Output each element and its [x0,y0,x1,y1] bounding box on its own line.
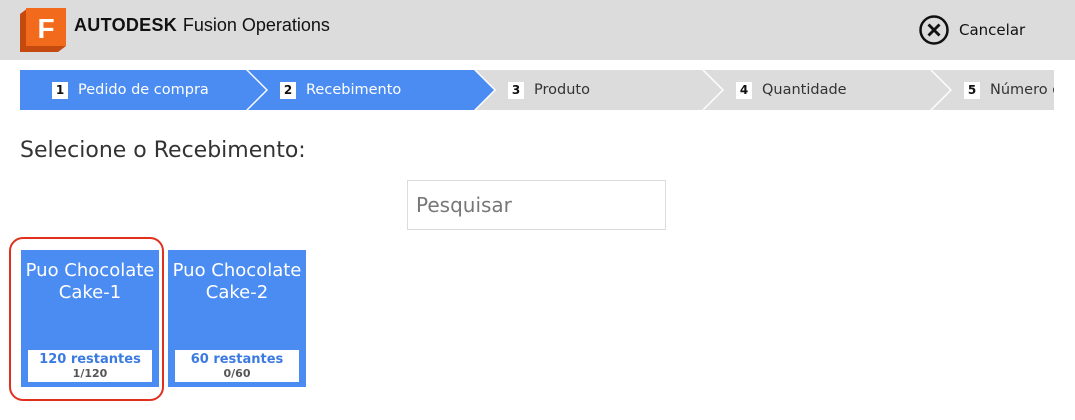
app-header: F AUTODESK Fusion Operations Cancelar [0,0,1075,60]
cancel-button[interactable]: Cancelar [918,14,1025,46]
card-remaining: 120 restantes [39,352,141,367]
cancel-label: Cancelar [959,21,1026,39]
step-label: Quantidade [762,82,847,98]
step-number: 1 [52,81,68,99]
step-label: Número d [990,82,1054,98]
step-label: Recebimento [306,82,402,98]
search-input[interactable] [407,180,666,230]
fusion-logo-icon: F [20,8,66,52]
logo-letter: F [37,13,54,44]
step-purchase-order[interactable]: 1 Pedido de compra [52,70,209,110]
step-number: 5 [964,81,980,99]
card-footer: 60 restantes 0/60 [175,350,299,382]
card-count: 1/120 [72,367,108,380]
brand-name: AUTODESK [74,15,178,35]
receipt-card[interactable]: Puo Chocolate Cake-1 120 restantes 1/120 [21,250,159,387]
card-count: 0/60 [223,367,251,380]
app-title: AUTODESK Fusion Operations [74,15,330,36]
step-quantity[interactable]: 4 Quantidade [736,70,847,110]
card-title: Puo Chocolate Cake-1 [25,260,155,303]
wizard-steps: 1 Pedido de compra 2 Recebimento 3 Produ… [20,70,1054,110]
card-remaining: 60 restantes [190,352,284,367]
close-circle-icon [919,15,949,45]
step-number: 3 [508,81,524,99]
step-number: 2 [280,81,296,99]
step-number-field[interactable]: 5 Número d [964,70,1054,110]
step-label: Pedido de compra [78,82,209,98]
step-product[interactable]: 3 Produto [508,70,590,110]
step-receiving[interactable]: 2 Recebimento [280,70,401,110]
product-name: Fusion Operations [182,15,330,35]
card-title: Puo Chocolate Cake-2 [172,260,302,303]
card-footer: 120 restantes 1/120 [28,350,152,382]
step-number: 4 [736,81,752,99]
step-label: Produto [534,82,590,98]
receipt-card[interactable]: Puo Chocolate Cake-2 60 restantes 0/60 [168,250,306,387]
page-title: Selecione o Recebimento: [20,138,306,163]
